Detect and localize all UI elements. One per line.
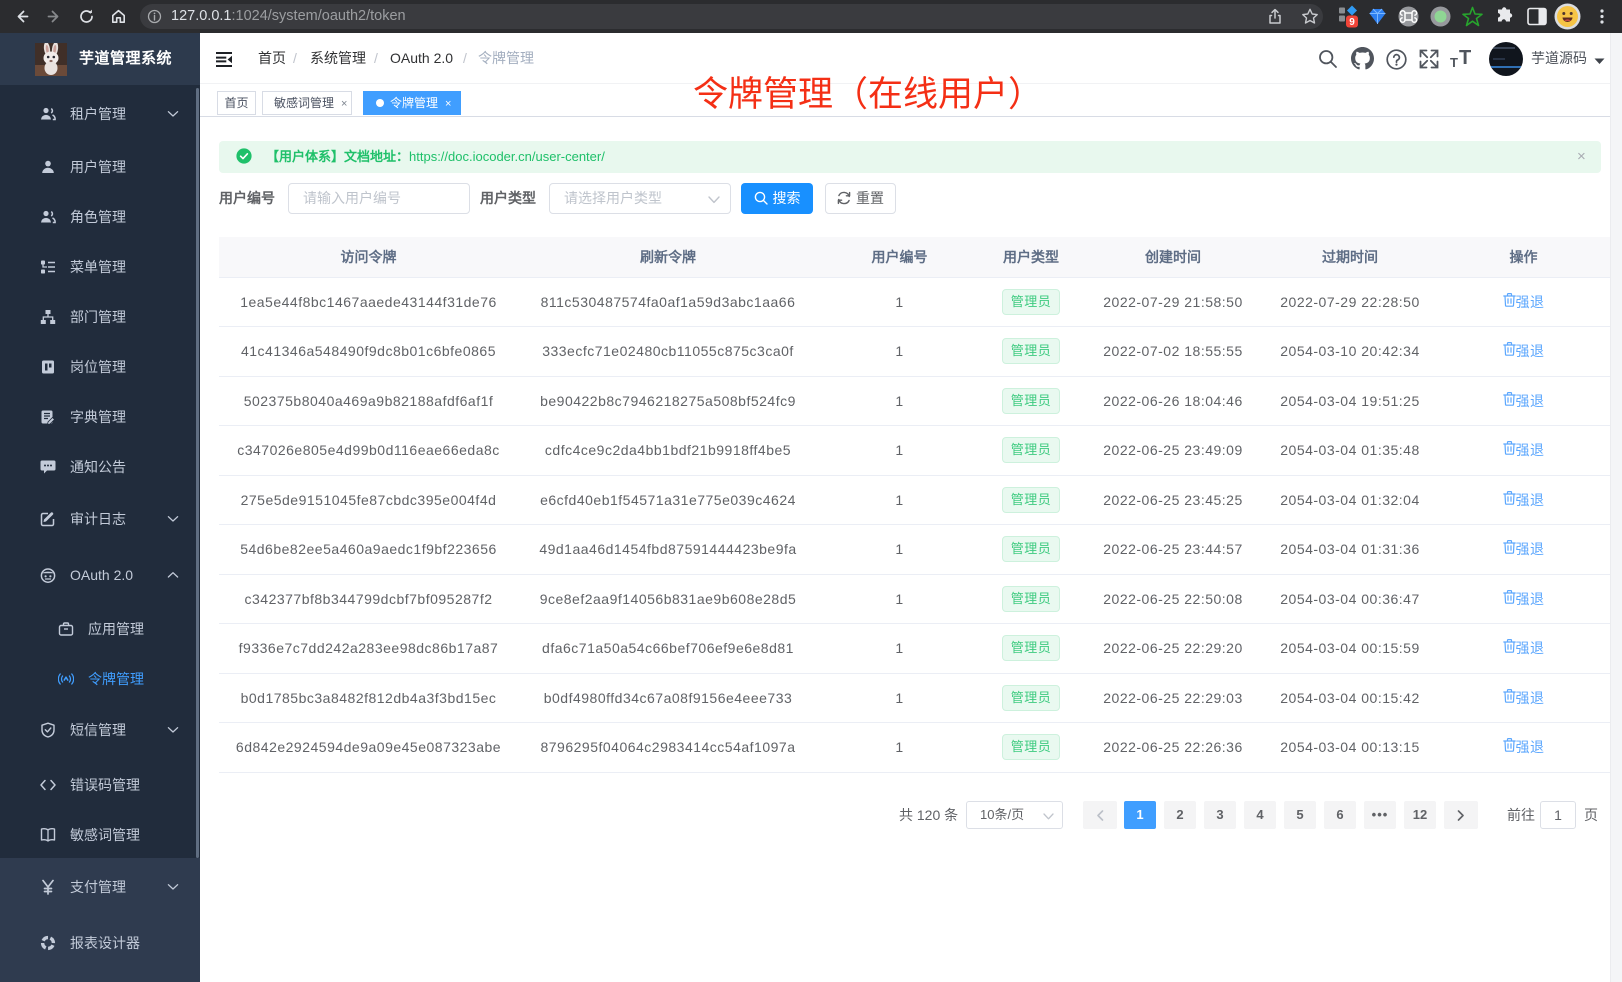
svg-text:9: 9 — [1349, 17, 1355, 28]
